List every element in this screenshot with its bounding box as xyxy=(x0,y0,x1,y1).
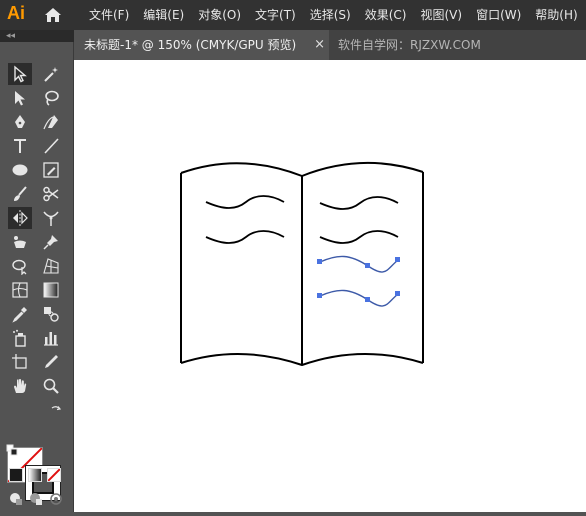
book-artwork[interactable] xyxy=(74,60,586,512)
slice-tool-icon[interactable] xyxy=(39,351,63,373)
eyedropper-icon[interactable] xyxy=(8,303,32,325)
curvature-tool-icon[interactable] xyxy=(39,111,63,133)
anchor-point xyxy=(317,293,322,298)
menu-item-7[interactable]: 窗口(W) xyxy=(469,0,528,30)
tools-panel xyxy=(0,42,74,512)
type-tool-icon[interactable] xyxy=(8,135,32,157)
book-outline xyxy=(180,161,424,367)
reflect-tool-icon[interactable] xyxy=(8,207,32,229)
perspective-grid-icon[interactable] xyxy=(39,255,63,277)
gradient-tool-icon[interactable] xyxy=(39,279,63,301)
menu-item-2[interactable]: 对象(O) xyxy=(191,0,248,30)
panel-collapse-strip[interactable]: ◂◂ xyxy=(0,30,74,42)
zoom-tool-icon[interactable] xyxy=(39,375,63,397)
left-line-2 xyxy=(205,230,285,244)
pin-icon[interactable] xyxy=(39,231,63,253)
lasso-icon[interactable] xyxy=(39,87,63,109)
anchor-point xyxy=(395,291,400,296)
selected-paths[interactable] xyxy=(317,255,400,307)
right-line-2 xyxy=(319,230,399,244)
line-segment-icon[interactable] xyxy=(39,135,63,157)
scissors-icon[interactable] xyxy=(39,183,63,205)
menu-item-5[interactable]: 效果(C) xyxy=(358,0,414,30)
tab-close-icon[interactable]: × xyxy=(314,30,325,60)
selected-line-1 xyxy=(319,255,399,273)
swap-fill-stroke-icon[interactable] xyxy=(50,404,62,416)
draw-behind-icon[interactable] xyxy=(29,492,43,506)
tab-document-active[interactable]: 未标题-1* @ 150% (CMYK/GPU 预览) × xyxy=(74,30,329,60)
app-logo: Ai xyxy=(7,3,25,23)
anchor-point xyxy=(317,259,322,264)
pencil-tool-icon[interactable] xyxy=(39,159,63,181)
selection-tool-icon[interactable] xyxy=(8,63,32,85)
ellipse-tool-icon[interactable] xyxy=(8,159,32,181)
symbol-sprayer-icon[interactable] xyxy=(8,327,32,349)
menu-bar: Ai 文件(F) 编辑(E) 对象(O) 文字(T) 选择(S) 效果(C) 视图(V) 窗口… xyxy=(0,0,586,30)
paintbrush-icon[interactable] xyxy=(8,183,32,205)
collapse-icon[interactable]: ◂◂ xyxy=(6,31,15,41)
draw-inside-icon[interactable] xyxy=(49,492,63,506)
blend-tool-icon[interactable] xyxy=(39,303,63,325)
left-line-1 xyxy=(205,195,285,209)
anchor-point xyxy=(365,297,370,302)
anchor-point xyxy=(365,263,370,268)
magic-wand-icon[interactable] xyxy=(39,63,63,85)
menu-item-1[interactable]: 编辑(E) xyxy=(136,0,191,30)
default-fill-stroke-icon[interactable] xyxy=(6,444,18,456)
anchor-point xyxy=(395,257,400,262)
tab-document-label: 未标题-1* @ 150% (CMYK/GPU 预览) xyxy=(84,38,297,52)
tab-website-watermark: 软件自学网：RJZXW.COM xyxy=(338,30,481,60)
menu-items: 文件(F) 编辑(E) 对象(O) 文字(T) 选择(S) 效果(C) 视图(V) 窗口(W)… xyxy=(82,0,585,30)
column-graph-icon[interactable] xyxy=(39,327,63,349)
draw-normal-icon[interactable] xyxy=(9,492,23,506)
width-tool-icon[interactable] xyxy=(39,207,63,229)
artboard-tool-icon[interactable] xyxy=(8,351,32,373)
book-top-edge xyxy=(180,161,424,178)
color-mode-icon[interactable] xyxy=(9,468,23,482)
gradient-mode-icon[interactable] xyxy=(28,468,42,482)
right-line-1 xyxy=(319,196,399,210)
artboard-canvas[interactable] xyxy=(74,60,586,512)
document-tab-bar: 未标题-1* @ 150% (CMYK/GPU 预览) × 软件自学网：RJZX… xyxy=(74,30,586,60)
pen-tool-icon[interactable] xyxy=(8,111,32,133)
home-icon[interactable] xyxy=(43,5,63,25)
menu-item-4[interactable]: 选择(S) xyxy=(303,0,358,30)
puppet-warp-icon[interactable] xyxy=(8,231,32,253)
hand-tool-icon[interactable] xyxy=(8,375,32,397)
menu-item-6[interactable]: 视图(V) xyxy=(413,0,469,30)
menu-item-3[interactable]: 文字(T) xyxy=(248,0,303,30)
shape-builder-icon[interactable] xyxy=(8,255,32,277)
selected-line-2 xyxy=(319,289,399,307)
menu-item-0[interactable]: 文件(F) xyxy=(82,0,136,30)
tab-website-label: 软件自学网：RJZXW.COM xyxy=(338,38,481,52)
none-mode-icon[interactable] xyxy=(47,468,61,482)
mesh-tool-icon[interactable] xyxy=(8,279,32,301)
menu-item-8[interactable]: 帮助(H) xyxy=(528,0,584,30)
direct-selection-icon[interactable] xyxy=(8,87,32,109)
